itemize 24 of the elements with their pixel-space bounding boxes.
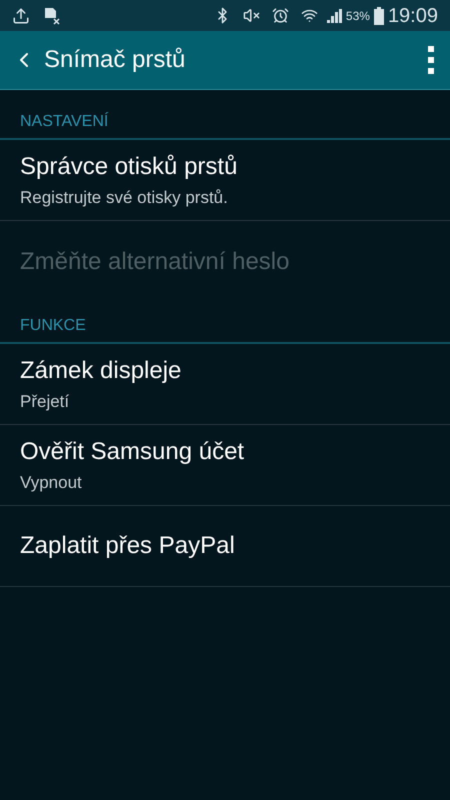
mute-icon: [242, 7, 260, 24]
item-title: Správce otisků prstů: [20, 152, 238, 182]
item-title: Zámek displeje: [20, 356, 182, 386]
item-subtitle: Registrujte své otisky prstů.: [20, 187, 229, 210]
signal-icon: [326, 8, 342, 24]
wifi-icon: [300, 7, 318, 24]
alarm-icon: [272, 7, 289, 24]
item-title: Zaplatit přes PayPal: [20, 531, 236, 561]
settings-item[interactable]: Zaplatit přes PayPal: [0, 506, 450, 587]
battery-icon: [374, 6, 384, 24]
item-title: Ověřit Samsung účet: [20, 437, 246, 468]
back-button[interactable]: Snímač prstů: [12, 42, 186, 78]
section-header: FUNKCE: [0, 314, 450, 344]
more-options-icon[interactable]: [428, 46, 434, 74]
item-subtitle: Vypnout: [20, 472, 83, 494]
settings-item[interactable]: Zámek displeje Přejetí: [0, 344, 450, 425]
item-subtitle: Přejetí: [20, 391, 70, 414]
clock: 19:09: [388, 4, 438, 28]
settings-item[interactable]: Správce otisků prstů Registrujte své otisky prstů.: [0, 140, 450, 221]
section-header: NASTAVENÍ: [0, 110, 450, 140]
upload-icon: [12, 6, 30, 24]
battery-percentage: 53%: [346, 8, 370, 24]
settings-item[interactable]: Ověřit Samsung účet Vypnout: [0, 425, 450, 506]
item-title: Změňte alternativní heslo: [20, 246, 290, 276]
